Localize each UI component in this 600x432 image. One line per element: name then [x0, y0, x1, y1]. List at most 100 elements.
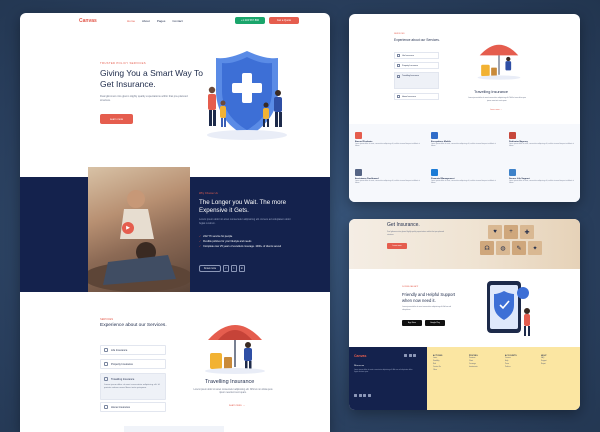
get-insurance-button[interactable]: Learn more — [387, 243, 407, 249]
facebook-icon[interactable] — [354, 394, 357, 397]
feature-financial-management: Financial Management Lorem ipsum dolor s… — [431, 169, 501, 186]
google-play-button[interactable]: Google Play — [425, 320, 445, 326]
travelling-insurance-title: Travelling Insurance — [474, 90, 509, 94]
travelling-insurance-text: Lorem ipsum dolor sit amet consectetur a… — [467, 97, 527, 102]
youtube-icon[interactable] — [367, 394, 371, 397]
facebook-icon[interactable]: f — [223, 265, 229, 272]
get-insurance-text: Dual glimmers into gloom Highly quality … — [387, 231, 445, 236]
feature-secure-life-support: Secure Life Support Lorem ipsum dolor si… — [509, 169, 579, 186]
nav-link-home[interactable]: Home — [127, 19, 135, 23]
footer-column: HELP FAQ Support Report — [541, 355, 571, 366]
travelling-learn-more-link[interactable]: Learn more → — [229, 404, 245, 407]
nav-links: Home About Pages Contact — [127, 19, 183, 23]
services-kicker: SERVICES — [100, 318, 114, 321]
bandage-block-icon: ✦ — [528, 241, 542, 255]
travelling-insurance-text: Lorem ipsum dolor sit amet consectetur a… — [193, 389, 273, 395]
services-title: Experience about our Services. — [100, 323, 167, 328]
play-video-button[interactable]: ▶ — [122, 222, 134, 234]
app-store-button[interactable]: App Store — [402, 320, 422, 326]
feature-everywhere-mobile: Everywhere Mobile Lorem ipsum dolor sit … — [431, 132, 501, 149]
know-more-button[interactable]: Know more — [199, 265, 221, 272]
footer-column: ACTIONS Learn Disability Risk Contact Us… — [433, 355, 463, 372]
check-icon: ✓ — [199, 245, 202, 248]
app-text: Lorem ipsum dolor sit amet consectetur a… — [402, 306, 451, 311]
next-section-strip — [124, 426, 224, 432]
band-title: The Longer you Wait. The more Expensive … — [199, 199, 287, 214]
service-item-property[interactable]: Property Insurance — [100, 359, 166, 369]
nav-link-pages[interactable]: Pages — [157, 19, 166, 23]
footer-column: ACCOUNTS Careers Help Press Policies — [505, 355, 535, 369]
service-item-life[interactable]: Life Insurance — [100, 345, 166, 355]
service-label: Life Insurance — [111, 348, 128, 352]
house-icon — [397, 64, 400, 67]
plus-block-icon: + — [504, 225, 518, 239]
twitter-icon[interactable] — [358, 394, 362, 397]
footer-link[interactable]: Investments — [469, 366, 499, 369]
nav-link-contact[interactable]: Contact — [172, 19, 182, 23]
footer-social — [354, 394, 371, 397]
feature-text: Lorem ipsum dolor sit amet, consectetur … — [509, 181, 574, 185]
agency-icon — [509, 132, 516, 139]
call-button[interactable]: +1 234 567 890 — [235, 17, 265, 24]
get-insurance-title: Get Insurance. — [387, 222, 420, 228]
feature-text: Lorem ipsum dolor sit amet, consectetur … — [355, 181, 420, 185]
services-kicker: SERVICES — [394, 33, 405, 35]
feature-earned-products: Earned Products Lorem ipsum dolor sit am… — [355, 132, 425, 149]
service-label: Travelling Insurance — [402, 75, 419, 77]
medkit-block-icon: ✚ — [520, 225, 534, 239]
feature-assistance-dashboard: Assistance Dashboard Lorem ipsum dolor s… — [355, 169, 425, 186]
footer-dark-panel: Canvas Who we are Lorem ipsum dolor sit … — [349, 347, 427, 410]
syringe-block-icon: ✎ — [512, 241, 526, 255]
hero-text: Dual glimmers into gloom Highly quality … — [100, 95, 188, 102]
app-title: Friendly and Helpful Support when now ne… — [402, 292, 456, 303]
service-item-travelling[interactable]: Travelling Insurance — [394, 72, 439, 89]
pills-block-icon: ◍ — [496, 241, 510, 255]
service-label: Travelling Insurance — [111, 377, 135, 381]
footer-link[interactable]: Policies — [505, 366, 535, 369]
suitcase-icon — [397, 75, 400, 78]
band-feature-text: Complete over 25 years of excellent cove… — [203, 245, 282, 248]
services-title: Experience about our Services. — [394, 38, 440, 42]
footer-logo[interactable]: Canvas — [354, 354, 366, 358]
feature-text: Lorem ipsum dolor sit amet, consectetur … — [431, 181, 496, 185]
document-icon — [355, 132, 362, 139]
logo[interactable]: Canvas — [79, 18, 97, 24]
suitcase-icon — [104, 377, 108, 381]
nav-link-about[interactable]: About — [142, 19, 150, 23]
hero-kicker: TRUSTED POLICY SERVICES — [100, 61, 146, 65]
feature-title: Assistance Dashboard — [355, 178, 379, 180]
heart-block-icon: ♥ — [488, 225, 502, 239]
feature-text: Lorem ipsum dolor sit amet, consectetur … — [509, 144, 574, 148]
travelling-learn-more-link[interactable]: Learn more → — [490, 109, 502, 111]
heart-icon — [397, 54, 400, 57]
facebook-icon[interactable] — [404, 354, 407, 357]
feature-title: Everywhere Mobile — [431, 141, 451, 143]
service-description: Lorem ipsum dolor sit amet consectetur a… — [104, 384, 160, 390]
service-item-property[interactable]: Property Insurance — [394, 62, 439, 69]
band-feature-list: ✓ 24x7 Hr service for people ✓ Flexible po… — [199, 234, 299, 249]
footer-column: PRICING Premium Client Coverage Investme… — [469, 355, 499, 369]
linkedin-icon[interactable] — [363, 394, 366, 397]
service-item-home[interactable]: Home Insurance — [100, 402, 166, 412]
service-item-home[interactable]: Home Insurance — [394, 93, 439, 100]
app-kicker: DOWNLOAD APP — [402, 286, 419, 288]
footer-links-panel: ACTIONS Learn Disability Risk Contact Us… — [427, 347, 580, 410]
service-label: Property Insurance — [111, 362, 133, 366]
service-item-life[interactable]: Life Insurance — [394, 52, 439, 59]
chart-icon — [431, 169, 438, 176]
app-footer-preview: Get Insurance. Dual glimmers into gloom … — [349, 219, 580, 410]
twitter-icon[interactable]: t — [231, 265, 237, 272]
father-child-photo — [83, 190, 193, 292]
linkedin-icon[interactable]: in — [239, 265, 245, 272]
band-feature-item: ✓ Complete over 25 years of excellent cov… — [199, 244, 299, 249]
feature-text: Lorem ipsum dolor sit amet, consectetur … — [431, 144, 496, 148]
service-item-travelling[interactable]: Travelling Insurance Lorem ipsum dolor s… — [100, 373, 166, 400]
get-quote-button[interactable]: Get a Quote — [269, 17, 299, 24]
footer-link[interactable]: Report — [541, 363, 571, 366]
phone-shield-illustration — [487, 281, 530, 336]
instagram-icon[interactable] — [413, 354, 416, 357]
footer-link[interactable]: Other — [433, 369, 463, 372]
hero-learn-more-button[interactable]: Learn more — [100, 114, 133, 124]
twitter-icon[interactable] — [408, 354, 412, 357]
service-label: Life Insurance — [402, 54, 414, 57]
